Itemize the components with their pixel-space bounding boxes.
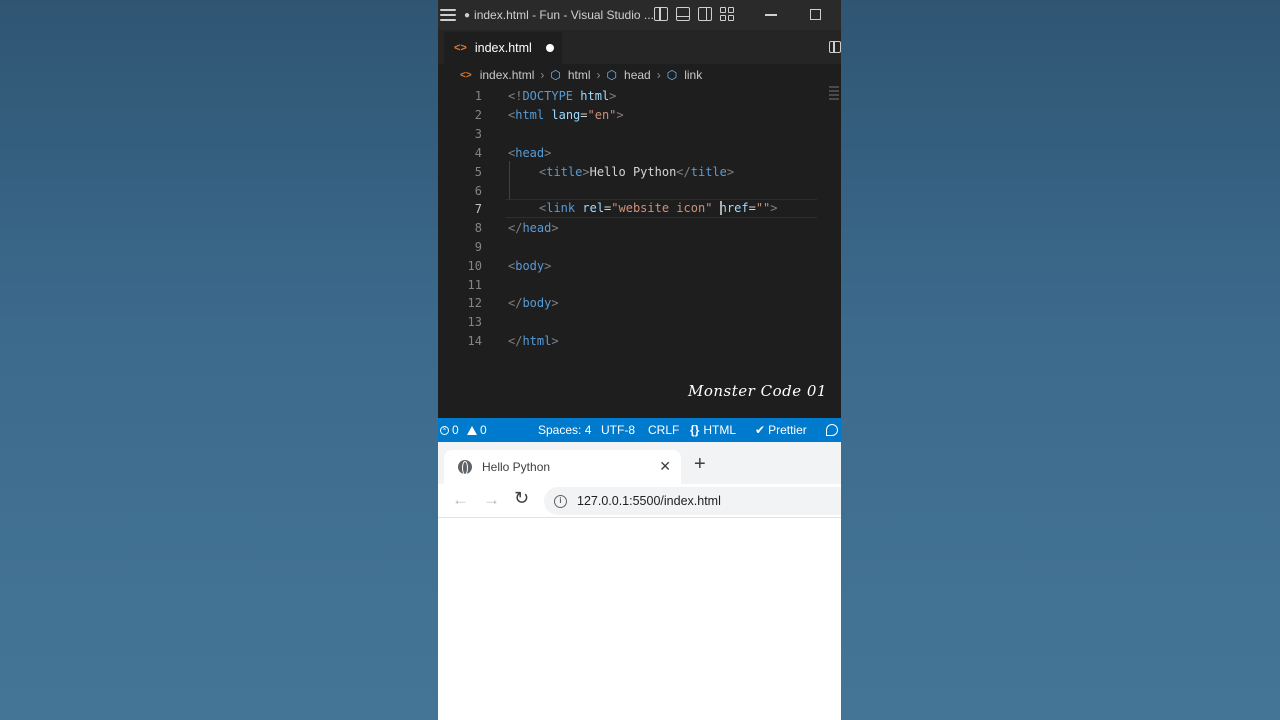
site-info-icon[interactable]: i <box>554 494 567 508</box>
screen: ● index.html - Fun - Visual Studio ... <… <box>438 0 841 720</box>
browser-tab[interactable]: Hello Python ✕ <box>444 450 681 484</box>
line-number: 13 <box>467 314 482 329</box>
feedback-icon[interactable] <box>826 424 838 439</box>
error-icon: × <box>440 426 449 436</box>
unsaved-dot-icon: ● <box>464 9 471 21</box>
code-line: 3 <box>438 124 841 143</box>
line-number: 4 <box>474 145 482 160</box>
line-number: 6 <box>474 183 482 198</box>
line-number: 5 <box>474 164 482 179</box>
html-file-icon: <> <box>454 42 467 54</box>
breadcrumb-item-html[interactable]: html <box>568 68 591 82</box>
unsaved-indicator-icon[interactable] <box>545 44 554 52</box>
code-text: <html lang="en"> <box>508 107 624 122</box>
element-symbol-icon: ⬡ <box>606 68 618 82</box>
chevron-right-icon: › <box>540 68 545 82</box>
code-line: 9 <box>438 237 841 256</box>
warning-count: 0 <box>480 423 487 437</box>
page-content <box>438 519 841 720</box>
code-text: </html> <box>508 333 559 348</box>
split-editor-icon[interactable] <box>829 41 841 53</box>
browser-tab-title: Hello Python <box>482 460 551 474</box>
status-bar: × 0 0 Spaces: 4 UTF-8 CRLF {} HTML ✔ Pretti… <box>438 418 841 442</box>
back-arrow-icon[interactable]: ← <box>452 490 469 510</box>
line-number: 10 <box>467 258 482 273</box>
reload-icon[interactable]: ↻ <box>514 488 529 509</box>
line-number: 3 <box>474 126 482 141</box>
code-text: <head> <box>508 145 552 160</box>
browser-tab-strip: Hello Python ✕ + <box>438 442 841 484</box>
customize-layout-icon[interactable] <box>720 7 734 21</box>
code-text: <body> <box>508 258 552 273</box>
code-editor[interactable]: 1 <!DOCTYPE html> 2 <html lang="en"> 3 4… <box>438 86 841 418</box>
globe-icon <box>458 460 472 475</box>
code-line: 11 <box>438 275 841 294</box>
language-mode[interactable]: {} HTML <box>690 423 736 437</box>
line-number: 14 <box>467 333 482 348</box>
code-line: 5 <title>Hello Python</title> <box>438 162 841 181</box>
toggle-secondary-sidebar-icon[interactable] <box>698 7 712 21</box>
html-file-icon: <> <box>460 69 472 81</box>
chevron-right-icon: › <box>596 68 601 82</box>
layout-controls <box>654 7 734 21</box>
code-text: </head> <box>508 220 559 235</box>
code-line: 1 <!DOCTYPE html> <box>438 86 841 105</box>
code-line: 2 <html lang="en"> <box>438 105 841 124</box>
element-symbol-icon: ⬡ <box>550 68 561 82</box>
element-symbol-icon: ⬡ <box>666 68 678 82</box>
code-text: <!DOCTYPE html> <box>508 88 617 103</box>
breadcrumb-item-link[interactable]: link <box>684 68 702 82</box>
editor-tab-label: index.html <box>474 41 532 55</box>
line-number: 11 <box>467 277 482 292</box>
address-bar[interactable]: i 127.0.0.1:5500/index.html <box>544 487 841 515</box>
problems-indicator[interactable]: × 0 0 <box>440 423 487 437</box>
indentation-setting[interactable]: Spaces: 4 <box>538 423 591 437</box>
breadcrumb-item-head[interactable]: head <box>624 68 651 82</box>
browser-window: Hello Python ✕ + ← → ↻ i 127.0.0.1:5500/… <box>438 442 841 720</box>
breadcrumb-file[interactable]: index.html <box>480 68 535 82</box>
code-line: 6 <box>438 181 841 200</box>
error-count: 0 <box>452 423 459 437</box>
line-number: 1 <box>474 88 482 103</box>
watermark: Monster Code 01 <box>688 382 827 400</box>
code-line: 4 <head> <box>438 143 841 162</box>
code-line: 10 <body> <box>438 256 841 275</box>
code-line-active: 7 <link rel="website icon" href=""> <box>438 199 841 218</box>
braces-icon: {} <box>690 423 700 437</box>
double-check-icon: ✔ <box>755 423 766 437</box>
code-line: 13 <box>438 312 841 331</box>
warning-icon <box>467 426 478 436</box>
code-text: </body> <box>508 295 559 310</box>
forward-arrow-icon[interactable]: → <box>483 490 500 510</box>
line-number: 7 <box>474 201 482 216</box>
hamburger-menu-icon[interactable] <box>440 9 456 21</box>
maximize-icon[interactable] <box>810 9 821 20</box>
encoding-setting[interactable]: UTF-8 <box>601 423 635 437</box>
code-text: <title>Hello Python</title> <box>539 164 735 179</box>
toggle-panel-icon[interactable] <box>676 7 690 21</box>
breadcrumb: <> index.html › ⬡ html › ⬡ head › ⬡ link <box>438 64 841 86</box>
code-line: 8 </head> <box>438 218 841 237</box>
prettier-status[interactable]: ✔ Prettier <box>755 423 807 437</box>
code-text: <link rel="website icon" href=""> <box>539 200 778 216</box>
line-number: 12 <box>467 295 482 310</box>
code-line: 14 </html> <box>438 331 841 350</box>
chevron-right-icon: › <box>656 68 661 82</box>
close-tab-icon[interactable]: ✕ <box>659 458 671 475</box>
eol-setting[interactable]: CRLF <box>648 423 679 437</box>
title-bar: ● index.html - Fun - Visual Studio ... <box>438 0 841 30</box>
editor-tab-index-html[interactable]: <> index.html <box>444 32 562 64</box>
line-number: 9 <box>474 239 482 254</box>
new-tab-button[interactable]: + <box>694 453 706 476</box>
line-number: 8 <box>474 220 482 235</box>
text-cursor <box>719 200 722 215</box>
toggle-sidebar-icon[interactable] <box>654 7 668 21</box>
minimize-icon[interactable] <box>765 14 777 16</box>
editor-tab-bar: <> index.html <box>438 30 841 64</box>
code-line: 12 </body> <box>438 293 841 312</box>
line-number: 2 <box>474 107 482 122</box>
browser-toolbar: ← → ↻ i 127.0.0.1:5500/index.html <box>438 484 841 518</box>
address-url: 127.0.0.1:5500/index.html <box>577 494 721 508</box>
window-title: index.html - Fun - Visual Studio ... <box>474 8 654 22</box>
